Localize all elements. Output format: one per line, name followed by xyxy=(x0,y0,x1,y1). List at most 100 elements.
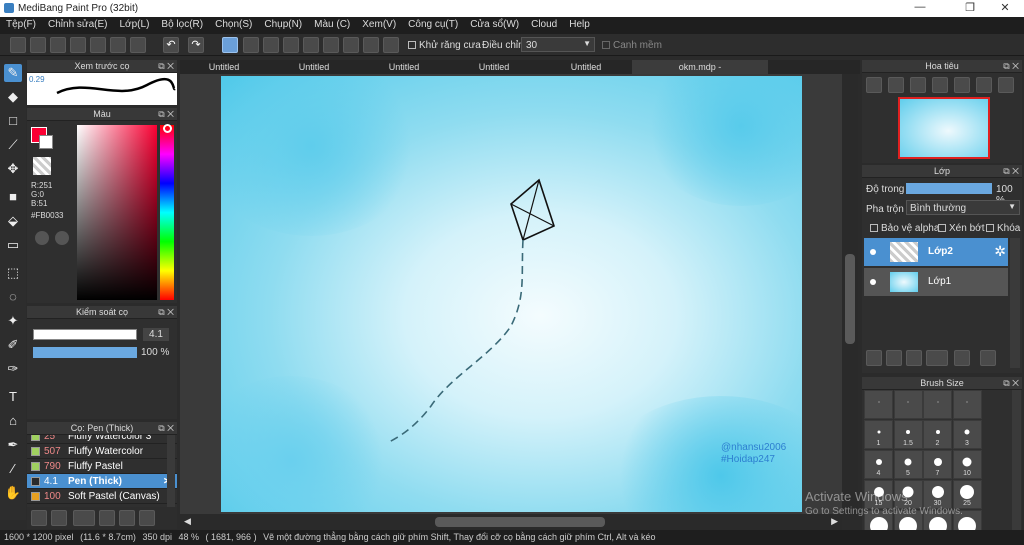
tab-untitled-5[interactable]: Untitled xyxy=(540,60,632,74)
vertical-scroll-thumb[interactable] xyxy=(845,254,855,344)
page-icon[interactable] xyxy=(90,37,106,53)
protect-alpha-checkbox[interactable] xyxy=(870,224,878,233)
visibility-icon[interactable] xyxy=(870,249,876,255)
eraser-tool-icon[interactable]: ◆ xyxy=(4,88,22,106)
reset-rotation-icon[interactable] xyxy=(976,77,992,93)
tab-untitled-3[interactable]: Untitled xyxy=(360,60,448,74)
brush-size-cell[interactable]: 1 xyxy=(864,420,893,449)
duplicate-layer-icon[interactable] xyxy=(980,350,996,366)
brush-size-cell[interactable]: 10 xyxy=(952,450,982,479)
actual-size-icon[interactable] xyxy=(932,77,948,93)
menu-snap[interactable]: Chụp(N) xyxy=(258,17,308,30)
zoom-out-icon[interactable] xyxy=(866,77,882,93)
close-icon[interactable]: ⧉ ✕ xyxy=(1003,60,1019,73)
brush-list-item[interactable]: 507 Fluffy Watercolor xyxy=(27,444,177,459)
brush-list-item[interactable]: 25 Fluffy Watercolor 3 xyxy=(27,435,177,444)
transparent-swatch[interactable] xyxy=(33,157,51,175)
horizontal-scroll-thumb[interactable] xyxy=(435,517,605,527)
rect-tool-icon[interactable]: □ xyxy=(4,112,22,130)
doc-icon[interactable] xyxy=(70,37,86,53)
brush-size-cell[interactable] xyxy=(923,390,952,419)
new-layer-icon[interactable] xyxy=(866,350,882,366)
hand-tool-icon[interactable]: ✋ xyxy=(4,484,22,502)
divide-tool-icon[interactable]: ⌂ xyxy=(4,412,22,430)
line-tool-icon[interactable]: ⟋ xyxy=(4,136,22,154)
brush-size-slider[interactable] xyxy=(33,329,137,340)
magic-wand-icon[interactable]: ✦ xyxy=(4,312,22,330)
tab-untitled-1[interactable]: Untitled xyxy=(180,60,268,74)
new-brush-icon[interactable] xyxy=(51,510,67,526)
brush-opacity-slider[interactable] xyxy=(33,347,137,358)
adjust-select[interactable]: 30 ▼ xyxy=(521,37,595,52)
scroll-left-icon[interactable]: ◀ xyxy=(184,516,191,527)
menu-file[interactable]: Tệp(F) xyxy=(0,17,42,30)
close-icon[interactable]: ⧉ ✕ xyxy=(1003,165,1019,178)
menu-color[interactable]: Màu (C) xyxy=(308,17,356,30)
duplicate-icon[interactable] xyxy=(99,510,115,526)
perspective-snap-icon[interactable] xyxy=(283,37,299,53)
menu-layer[interactable]: Lớp(L) xyxy=(114,17,156,30)
add-layer-menu-icon[interactable] xyxy=(926,350,948,366)
menu-view[interactable]: Xem(V) xyxy=(356,17,402,30)
circle-snap-icon[interactable] xyxy=(323,37,339,53)
brush-size-value[interactable]: 4.1 xyxy=(143,328,169,341)
minimize-button[interactable]: — xyxy=(905,1,935,13)
rotate-left-icon[interactable] xyxy=(954,77,970,93)
curve-snap-icon[interactable] xyxy=(343,37,359,53)
clipping-checkbox[interactable] xyxy=(938,224,946,233)
zoom-in-icon[interactable] xyxy=(888,77,904,93)
menu-filter[interactable]: Bộ lọc(R) xyxy=(155,17,209,30)
brush-size-cell[interactable]: 2 xyxy=(923,420,952,449)
canvas[interactable]: @nhansu2006 #Hoidap247 xyxy=(221,76,802,512)
navigator-thumbnail[interactable] xyxy=(898,97,990,159)
tab-untitled-4[interactable]: Untitled xyxy=(450,60,538,74)
brush-list-item[interactable]: 4.1Pen (Thick)✲ xyxy=(27,474,177,489)
layer-opacity-slider[interactable] xyxy=(906,183,992,194)
copy-icon[interactable] xyxy=(139,510,155,526)
secondary-color-swatch[interactable] xyxy=(39,135,53,149)
brush-size-scrollbar[interactable] xyxy=(1012,390,1021,530)
gear-icon[interactable]: ✲ xyxy=(994,243,1006,260)
move-tool-icon[interactable]: ✥ xyxy=(4,160,22,178)
ellipse-snap-icon[interactable] xyxy=(363,37,379,53)
lasso-tool-icon[interactable]: ◌ xyxy=(4,288,22,306)
eyedropper-tool-icon[interactable]: ✒ xyxy=(4,436,22,454)
brush-list-item[interactable]: 790 Fluffy Pastel xyxy=(27,459,177,474)
blend-mode-select[interactable]: Bình thường ▼ xyxy=(906,200,1020,215)
comment-icon[interactable] xyxy=(50,37,66,53)
brush-size-cell[interactable] xyxy=(893,390,923,419)
visibility-icon[interactable] xyxy=(870,279,876,285)
vertical-scrollbar[interactable] xyxy=(842,74,858,514)
undo-icon[interactable]: ↶ xyxy=(163,37,179,53)
menu-window[interactable]: Cửa sổ(W) xyxy=(464,17,525,30)
select-eraser-icon[interactable]: ✑ xyxy=(4,360,22,378)
hue-slider[interactable] xyxy=(160,125,174,300)
tab-untitled-2[interactable]: Untitled xyxy=(270,60,358,74)
menu-help[interactable]: Help xyxy=(563,17,596,30)
pen-tool-icon[interactable]: ⁄ xyxy=(4,460,22,478)
panel-icon[interactable] xyxy=(130,37,146,53)
fill-rect-tool-icon[interactable]: ■ xyxy=(4,188,22,206)
brush-size-cell[interactable] xyxy=(952,390,982,419)
layer-row-lop2[interactable]: Lớp2 ✲ xyxy=(864,238,1008,266)
close-button[interactable]: ✕ xyxy=(990,1,1020,14)
snap-checkbox[interactable] xyxy=(602,41,610,50)
close-icon[interactable]: ⧉ ✕ xyxy=(158,422,174,435)
tab-okm[interactable]: okm.mdp - C:/Users/dell/Downloads xyxy=(632,60,768,86)
canvas-area[interactable]: @nhansu2006 #Hoidap247 xyxy=(180,74,842,514)
redo-icon[interactable]: ↷ xyxy=(188,37,204,53)
brush-size-cell[interactable]: 7 xyxy=(923,450,952,479)
rotate-right-icon[interactable] xyxy=(998,77,1014,93)
upload-icon[interactable] xyxy=(31,510,47,526)
brush-size-cell[interactable]: 25 xyxy=(952,480,982,509)
lock-checkbox[interactable] xyxy=(986,224,994,233)
grid-snap-icon[interactable] xyxy=(263,37,279,53)
brush-list-scrollbar[interactable] xyxy=(167,435,175,507)
gradient-tool-icon[interactable]: ▭ xyxy=(4,236,22,254)
menu-edit[interactable]: Chỉnh sửa(E) xyxy=(42,17,114,30)
fit-icon[interactable] xyxy=(910,77,926,93)
new-8bit-layer-icon[interactable] xyxy=(906,350,922,366)
share-icon[interactable] xyxy=(30,37,46,53)
close-icon[interactable]: ⧉ ✕ xyxy=(158,306,174,319)
new-halftone-layer-icon[interactable] xyxy=(886,350,902,366)
